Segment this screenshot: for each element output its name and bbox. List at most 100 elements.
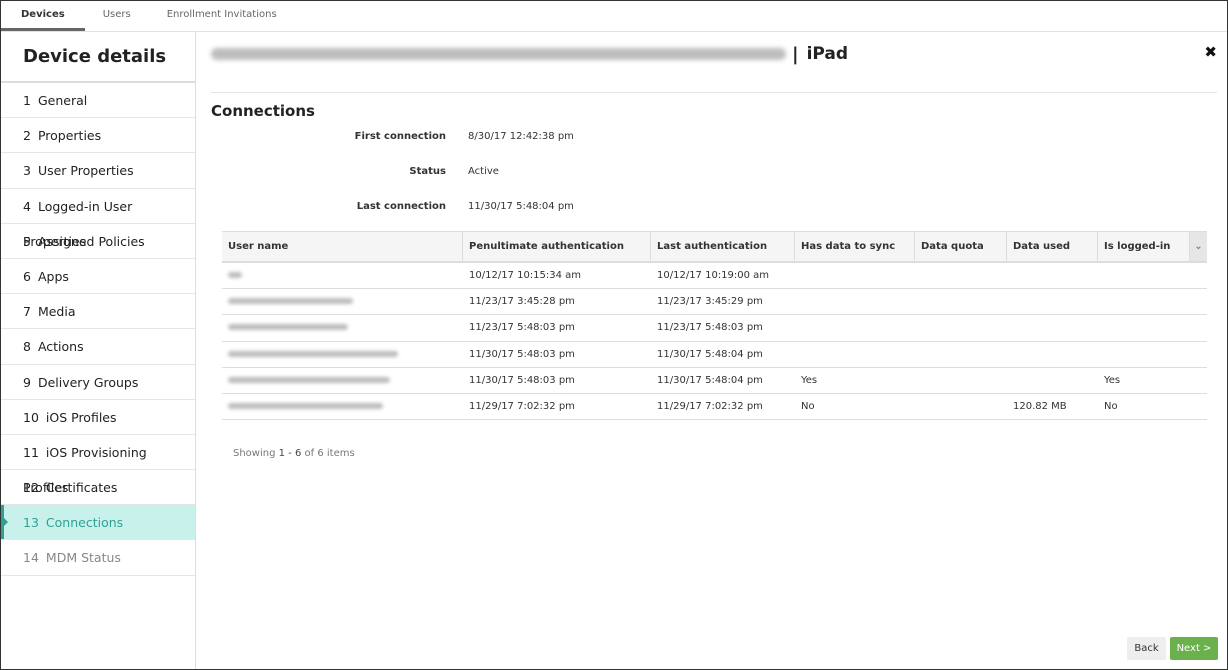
tab-enrollment-invitations[interactable]: Enrollment Invitations bbox=[149, 1, 295, 31]
sidebar-item-number: 9 bbox=[23, 374, 31, 390]
penultimate-auth-cell: 11/29/17 7:02:32 pm bbox=[469, 400, 575, 412]
column-header-data-quota[interactable]: Data quota bbox=[915, 232, 1007, 261]
sidebar-item-label: iOS Profiles bbox=[45, 409, 117, 425]
user-name-cell bbox=[222, 393, 463, 420]
last-auth-cell: 10/12/17 10:19:00 am bbox=[657, 270, 770, 281]
sidebar-item-number: 8 bbox=[23, 339, 31, 355]
has-data-to-sync-cell bbox=[795, 342, 915, 367]
has-data-to-sync-cell: No bbox=[801, 400, 815, 412]
is-logged-in-cell: No bbox=[1104, 400, 1118, 412]
sidebar-item-general[interactable]: 1 General bbox=[1, 83, 195, 119]
penultimate-auth-cell: 11/23/17 3:45:28 pm bbox=[469, 296, 575, 308]
sidebar-item-label: MDM Status bbox=[45, 550, 121, 566]
column-header-has-data-to-sync[interactable]: Has data to sync bbox=[795, 232, 915, 261]
has-data-to-sync-cell bbox=[795, 315, 915, 340]
back-button[interactable]: Back bbox=[1127, 637, 1166, 660]
column-header-last-auth[interactable]: Last authentication bbox=[651, 232, 795, 261]
sidebar-item-certificates[interactable]: 12 Certificates bbox=[1, 470, 195, 506]
sidebar-item-number: 3 bbox=[23, 163, 31, 179]
is-logged-in-cell bbox=[1098, 289, 1190, 314]
penultimate-auth-cell: 10/12/17 10:15:34 am bbox=[469, 270, 582, 281]
user-name-cell bbox=[222, 367, 463, 393]
data-used-cell bbox=[1007, 368, 1098, 393]
sidebar-title: Device details bbox=[1, 32, 195, 83]
sidebar-item-connections[interactable]: 13 Connections bbox=[1, 505, 195, 541]
last-auth-cell: 11/30/17 5:48:04 pm bbox=[657, 348, 763, 360]
device-name-redacted bbox=[211, 48, 786, 60]
first-connection-value: 8/30/17 12:42:38 pm bbox=[468, 131, 574, 142]
data-quota-cell bbox=[915, 394, 1007, 419]
sidebar-item-mdm-status[interactable]: 14 MDM Status bbox=[1, 540, 195, 576]
close-icon[interactable]: ✖ bbox=[1204, 43, 1217, 61]
is-logged-in-cell bbox=[1098, 315, 1190, 340]
sidebar-item-media[interactable]: 7 Media bbox=[1, 294, 195, 330]
penultimate-auth-cell: 11/30/17 5:48:03 pm bbox=[469, 348, 575, 360]
last-auth-cell: 11/29/17 7:02:32 pm bbox=[657, 400, 763, 412]
sidebar-item-number: 6 bbox=[23, 268, 31, 284]
status-row: Status Active bbox=[211, 166, 811, 177]
column-header-data-used[interactable]: Data used bbox=[1007, 232, 1098, 261]
sidebar-item-actions[interactable]: 8 Actions bbox=[1, 329, 195, 365]
data-quota-cell bbox=[915, 315, 1007, 340]
sidebar-item-label: Delivery Groups bbox=[37, 374, 139, 390]
sidebar-item-number: 2 bbox=[23, 128, 31, 144]
sidebar-item-number: 11 bbox=[23, 444, 39, 460]
sidebar-item-label: Properties bbox=[37, 128, 102, 144]
pagination-summary: Showing 1 - 6 of 6 items bbox=[233, 448, 355, 459]
first-connection-row: First connection 8/30/17 12:42:38 pm bbox=[211, 131, 811, 142]
sidebar-item-label: Assigned Policies bbox=[37, 233, 145, 249]
table-row[interactable]: 11/29/17 7:02:32 pm 11/29/17 7:02:32 pm No… bbox=[222, 393, 1207, 421]
showing-prefix: Showing bbox=[233, 448, 276, 459]
sidebar-item-number: 12 bbox=[23, 480, 39, 496]
sidebar-item-properties[interactable]: 2 Properties bbox=[1, 118, 195, 154]
penultimate-auth-cell: 11/30/17 5:48:03 pm bbox=[469, 374, 575, 386]
sidebar-item-assigned-policies[interactable]: 5 Assigned Policies bbox=[1, 224, 195, 259]
last-auth-cell: 11/23/17 3:45:29 pm bbox=[657, 296, 763, 308]
last-connection-row: Last connection 11/30/17 5:48:04 pm bbox=[211, 201, 811, 212]
last-auth-cell: 11/23/17 5:48:03 pm bbox=[657, 322, 763, 334]
sidebar-item-delivery-groups[interactable]: 9 Delivery Groups bbox=[1, 365, 195, 400]
table-row[interactable]: 11/30/17 5:48:03 pm 11/30/17 5:48:04 pm bbox=[222, 341, 1207, 368]
has-data-to-sync-cell: Yes bbox=[801, 374, 818, 386]
tab-users[interactable]: Users bbox=[85, 1, 149, 31]
tab-devices[interactable]: Devices bbox=[1, 1, 85, 31]
user-name-cell bbox=[222, 263, 463, 289]
sidebar-item-ios-profiles[interactable]: 10 iOS Profiles bbox=[1, 400, 195, 435]
column-header-user-name[interactable]: User name bbox=[222, 232, 463, 261]
user-name-redacted bbox=[228, 376, 390, 383]
data-used-cell bbox=[1007, 342, 1098, 367]
data-used-cell bbox=[1007, 315, 1098, 340]
data-quota-cell bbox=[915, 342, 1007, 367]
table-row[interactable]: 10/12/17 10:15:34 am 10/12/17 10:19:00 am bbox=[222, 263, 1207, 290]
column-header-is-logged-in[interactable]: Is logged-in bbox=[1098, 232, 1190, 261]
user-name-cell bbox=[222, 315, 463, 341]
is-logged-in-cell bbox=[1098, 263, 1190, 288]
penultimate-auth-cell: 11/23/17 5:48:03 pm bbox=[469, 322, 575, 334]
last-auth-cell: 11/30/17 5:48:04 pm bbox=[657, 374, 763, 386]
sidebar: Device details 1 General 2 Properties 3 User … bbox=[1, 32, 196, 669]
table-row[interactable]: 11/23/17 3:45:28 pm 11/23/17 3:45:29 pm bbox=[222, 289, 1207, 316]
sidebar-item-apps[interactable]: 6 Apps bbox=[1, 259, 195, 295]
sidebar-item-number: 10 bbox=[23, 409, 39, 425]
data-quota-cell bbox=[915, 263, 1007, 288]
sidebar-item-ios-provisioning-profiles[interactable]: 11 iOS Provisioning Profiles bbox=[1, 435, 195, 495]
user-name-redacted bbox=[228, 350, 398, 357]
table-row[interactable]: 11/30/17 5:48:03 pm 11/30/17 5:48:04 pm Ye… bbox=[222, 367, 1207, 394]
user-name-redacted bbox=[228, 402, 383, 409]
next-button[interactable]: Next > bbox=[1170, 637, 1218, 660]
has-data-to-sync-cell bbox=[795, 289, 915, 314]
is-logged-in-cell: Yes bbox=[1104, 374, 1121, 386]
chevron-down-icon[interactable]: ⌄ bbox=[1190, 232, 1207, 261]
sidebar-item-logged-in-user-properties[interactable]: 4 Logged-in User Properties bbox=[1, 189, 195, 249]
column-header-penultimate-auth[interactable]: Penultimate authentication bbox=[463, 232, 651, 261]
sidebar-item-label: Actions bbox=[37, 339, 84, 355]
user-name-redacted bbox=[228, 298, 353, 305]
sidebar-item-user-properties[interactable]: 3 User Properties bbox=[1, 153, 195, 189]
last-connection-value: 11/30/17 5:48:04 pm bbox=[468, 201, 574, 212]
sidebar-item-number: 1 bbox=[23, 93, 31, 108]
table-row[interactable]: 11/23/17 5:48:03 pm 11/23/17 5:48:03 pm bbox=[222, 315, 1207, 342]
table-header: User name Penultimate authentication Las… bbox=[222, 231, 1207, 263]
sidebar-item-label: Connections bbox=[45, 515, 124, 531]
data-quota-cell bbox=[915, 289, 1007, 314]
last-connection-label: Last connection bbox=[356, 201, 446, 212]
